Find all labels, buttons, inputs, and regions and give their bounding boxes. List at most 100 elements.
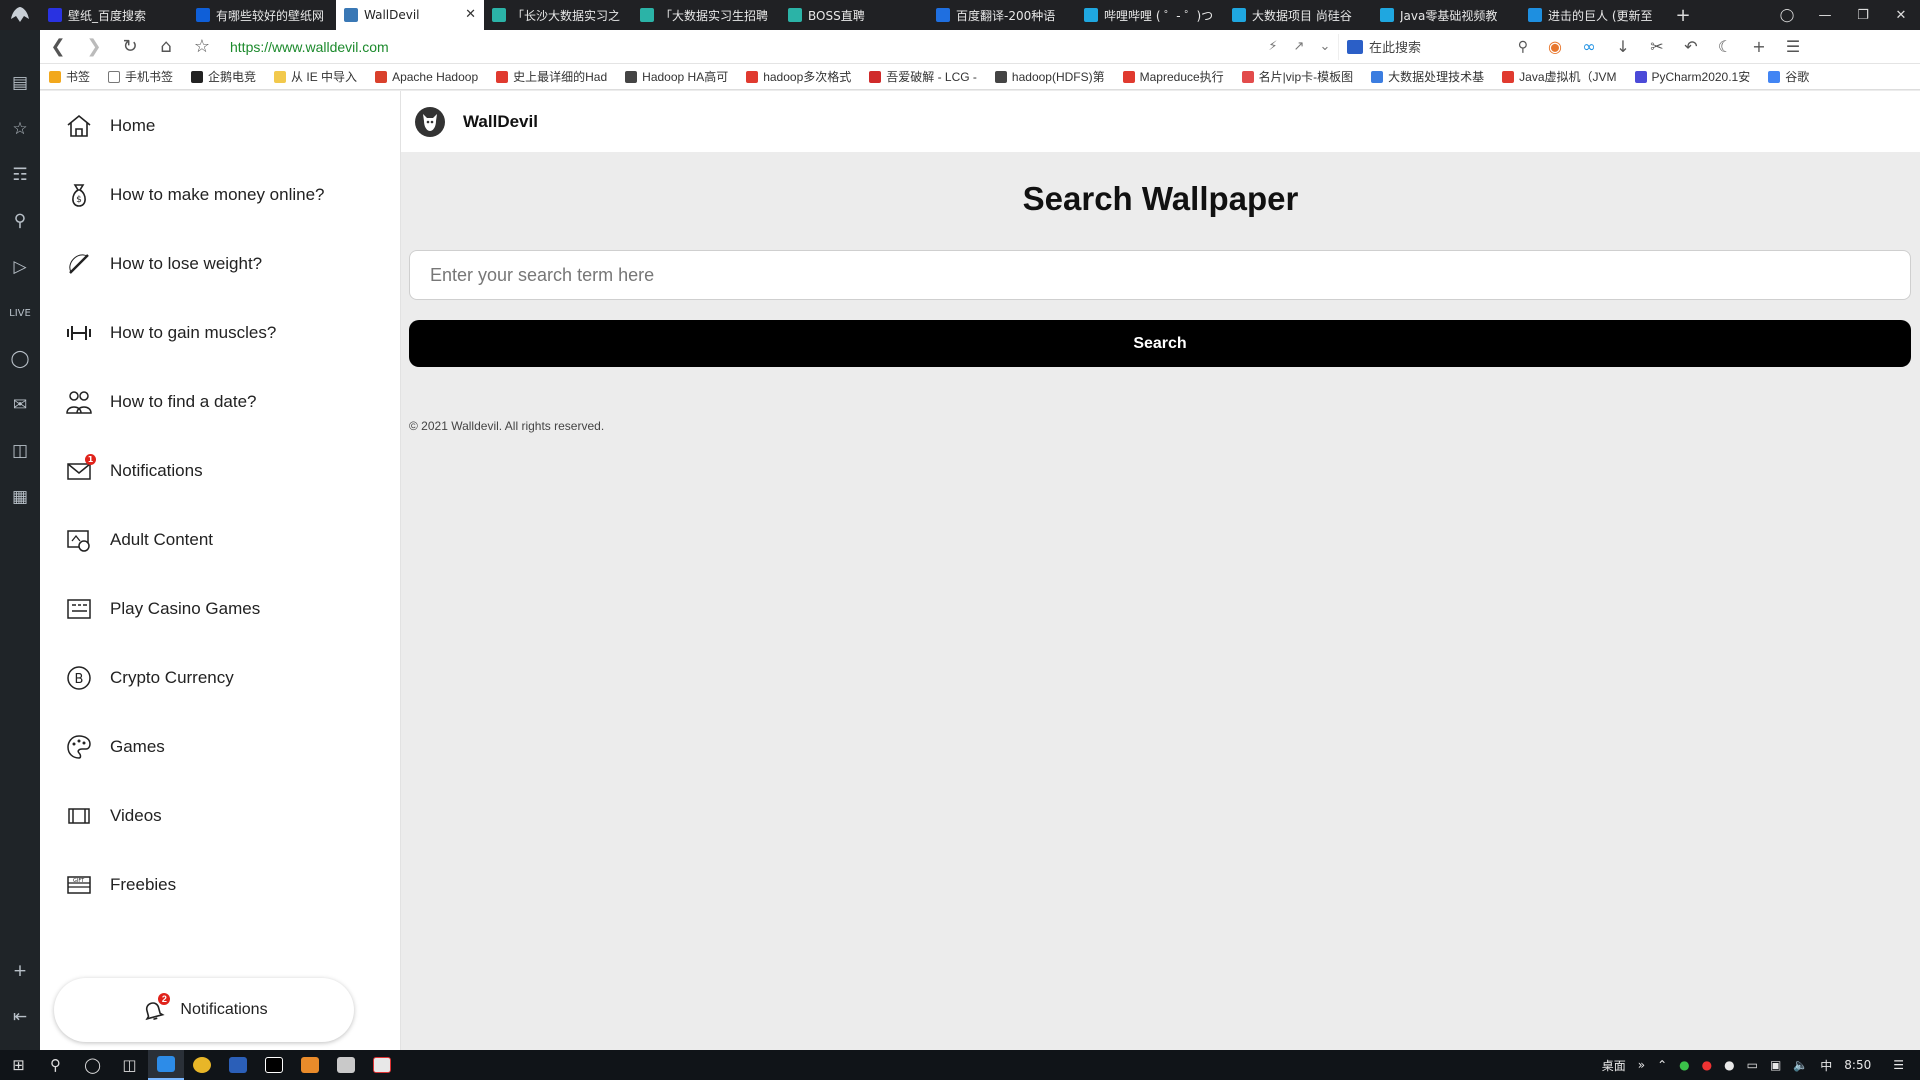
tab-4[interactable]: 「大数据实习生招聘	[632, 0, 780, 30]
action-center-icon[interactable]: ☰	[1877, 1058, 1920, 1072]
chevron-down-icon[interactable]: ⌄	[1312, 39, 1338, 54]
menu-item-adult-content[interactable]: Adult Content	[40, 505, 400, 574]
notifications-button[interactable]: 2 Notifications	[54, 978, 354, 1042]
site-name[interactable]: WallDevil	[463, 112, 538, 132]
bookmark-item[interactable]: 史上最详细的Had	[487, 64, 616, 89]
tab-6[interactable]: 百度翻译-200种语	[928, 0, 1076, 30]
walldevil-logo-icon[interactable]	[415, 106, 445, 137]
tab-8[interactable]: 大数据项目 尚硅谷	[1224, 0, 1372, 30]
taskbar-chrome-app[interactable]	[184, 1050, 220, 1080]
taskbar-intellij-app[interactable]	[256, 1050, 292, 1080]
browser-logo-icon[interactable]	[0, 0, 40, 30]
weibo-icon[interactable]: ●	[1696, 1058, 1718, 1072]
collapse-rail-icon[interactable]: ⇤	[0, 994, 40, 1040]
infinity-icon[interactable]: ∞	[1572, 37, 1606, 56]
close-window-button[interactable]: ✕	[1882, 0, 1920, 30]
bookmark-item[interactable]: 企鹅电竞	[182, 64, 265, 89]
bookmark-item[interactable]: 书签	[40, 64, 99, 89]
bookmark-item[interactable]: 手机书签	[99, 64, 182, 89]
menu-item-how-to-make-money-online[interactable]: $ How to make money online?	[40, 160, 400, 229]
bookmark-item[interactable]: Apache Hadoop	[366, 64, 487, 89]
menu-item-crypto-currency[interactable]: B Crypto Currency	[40, 643, 400, 712]
tab-5[interactable]: BOSS直聘	[780, 0, 928, 30]
ime-indicator[interactable]: 中	[1814, 1057, 1838, 1074]
tray-up-icon[interactable]: ⌃	[1651, 1058, 1673, 1072]
bookmark-star-icon[interactable]: ☆	[184, 30, 220, 64]
download-icon[interactable]: ↓	[1606, 37, 1640, 56]
taskbar-word-app[interactable]	[220, 1050, 256, 1080]
menu-icon[interactable]: ☰	[1776, 37, 1810, 56]
menu-item-home[interactable]: Home	[40, 91, 400, 160]
forward-button[interactable]: ❯	[76, 30, 112, 64]
tray-chevron-icon[interactable]: »	[1632, 1058, 1651, 1072]
qq-icon[interactable]: ●	[1718, 1058, 1740, 1072]
reading-icon[interactable]: ☶	[0, 152, 40, 198]
windows-start-icon[interactable]: ⊞	[0, 1050, 37, 1080]
taskbar-explorer-app[interactable]	[328, 1050, 364, 1080]
menu-item-how-to-gain-muscles[interactable]: How to gain muscles?	[40, 298, 400, 367]
news-icon[interactable]: ▤	[0, 60, 40, 106]
tab-9[interactable]: Java零基础视频教	[1372, 0, 1520, 30]
bookmark-item[interactable]: Hadoop HA高可	[616, 64, 737, 89]
lightning-icon[interactable]: ⚡	[1260, 39, 1286, 54]
tshirt-skin-icon[interactable]: ◯	[1768, 0, 1806, 30]
tray-desktop-label[interactable]: 桌面	[1596, 1057, 1632, 1074]
menu-item-videos[interactable]: Videos	[40, 781, 400, 850]
gamepad-icon[interactable]: ◉	[1538, 37, 1572, 56]
bookmark-item[interactable]: 大数据处理技术基	[1362, 64, 1493, 89]
bookmark-item[interactable]: PyCharm2020.1安	[1626, 64, 1760, 89]
night-mode-icon[interactable]: ☾	[1708, 37, 1742, 56]
home-button[interactable]: ⌂	[148, 30, 184, 64]
back-button[interactable]: ❮	[40, 30, 76, 64]
url-field[interactable]: https://www.walldevil.com	[230, 39, 1260, 55]
taskbar-paint-app[interactable]	[292, 1050, 328, 1080]
favorites-star-icon[interactable]: ☆	[0, 106, 40, 152]
search-input[interactable]	[409, 250, 1911, 300]
bookmark-item[interactable]: Mapreduce执行	[1114, 64, 1233, 89]
cortana-icon[interactable]: ◯	[74, 1050, 111, 1080]
new-tab-button[interactable]: +	[1668, 0, 1698, 30]
volume-icon[interactable]: 🔈	[1787, 1058, 1814, 1072]
menu-item-notifications[interactable]: 1 Notifications	[40, 436, 400, 505]
tab-1[interactable]: 有哪些较好的壁纸网	[188, 0, 336, 30]
menu-item-freebies[interactable]: GIFT Freebies	[40, 850, 400, 919]
video-icon[interactable]: ▷	[0, 244, 40, 290]
add-rail-icon[interactable]: +	[0, 948, 40, 994]
menu-item-how-to-lose-weight[interactable]: How to lose weight?	[40, 229, 400, 298]
bookmark-item[interactable]: 谷歌	[1759, 64, 1818, 89]
tab-7[interactable]: 哔哩哔哩 ( ゜- ゜)つ	[1076, 0, 1224, 30]
network-icon[interactable]: ▣	[1764, 1058, 1787, 1072]
bookmark-item[interactable]: hadoop(HDFS)第	[986, 64, 1114, 89]
bookmark-item[interactable]: 名片|vip卡-模板图	[1233, 64, 1362, 89]
cart-icon[interactable]: ◫	[0, 428, 40, 474]
chat-icon[interactable]: ◯	[0, 336, 40, 382]
add-icon[interactable]: +	[1742, 37, 1776, 56]
tab-3[interactable]: 「长沙大数据实习之	[484, 0, 632, 30]
taskbar-search-icon[interactable]: ⚲	[37, 1050, 74, 1080]
close-tab-icon[interactable]: ✕	[465, 7, 476, 22]
translate-rail-icon[interactable]: ▦	[0, 474, 40, 520]
battery-icon[interactable]: ▭	[1741, 1058, 1764, 1072]
search-button[interactable]: Search	[409, 320, 1911, 367]
taskbar-browser-app[interactable]	[148, 1050, 184, 1080]
undo-icon[interactable]: ↶	[1674, 37, 1708, 56]
tab-10[interactable]: 进击的巨人 (更新至	[1520, 0, 1668, 30]
bookmark-item[interactable]: hadoop多次格式	[737, 64, 860, 89]
live-icon[interactable]: LIVE	[0, 290, 40, 336]
mail-rail-icon[interactable]: ✉	[0, 382, 40, 428]
search-engine-icon[interactable]	[1347, 39, 1363, 54]
minimize-button[interactable]: —	[1806, 0, 1844, 30]
scissors-icon[interactable]: ✂	[1640, 37, 1674, 56]
share-icon[interactable]: ↗	[1286, 39, 1312, 54]
tab-2[interactable]: WallDevil ✕	[336, 0, 484, 30]
task-view-icon[interactable]: ◫	[111, 1050, 148, 1080]
menu-item-games[interactable]: Games	[40, 712, 400, 781]
bookmark-item[interactable]: 从 IE 中导入	[265, 64, 366, 89]
browser-search-box[interactable]: 在此搜索 ⚲	[1338, 33, 1538, 60]
restore-button[interactable]: ❐	[1844, 0, 1882, 30]
search-icon[interactable]: ⚲	[1518, 39, 1528, 55]
menu-item-how-to-find-a-date[interactable]: How to find a date?	[40, 367, 400, 436]
reload-button[interactable]: ↻	[112, 30, 148, 64]
menu-item-play-casino-games[interactable]: Play Casino Games	[40, 574, 400, 643]
taskbar-vmware-app[interactable]	[364, 1050, 400, 1080]
